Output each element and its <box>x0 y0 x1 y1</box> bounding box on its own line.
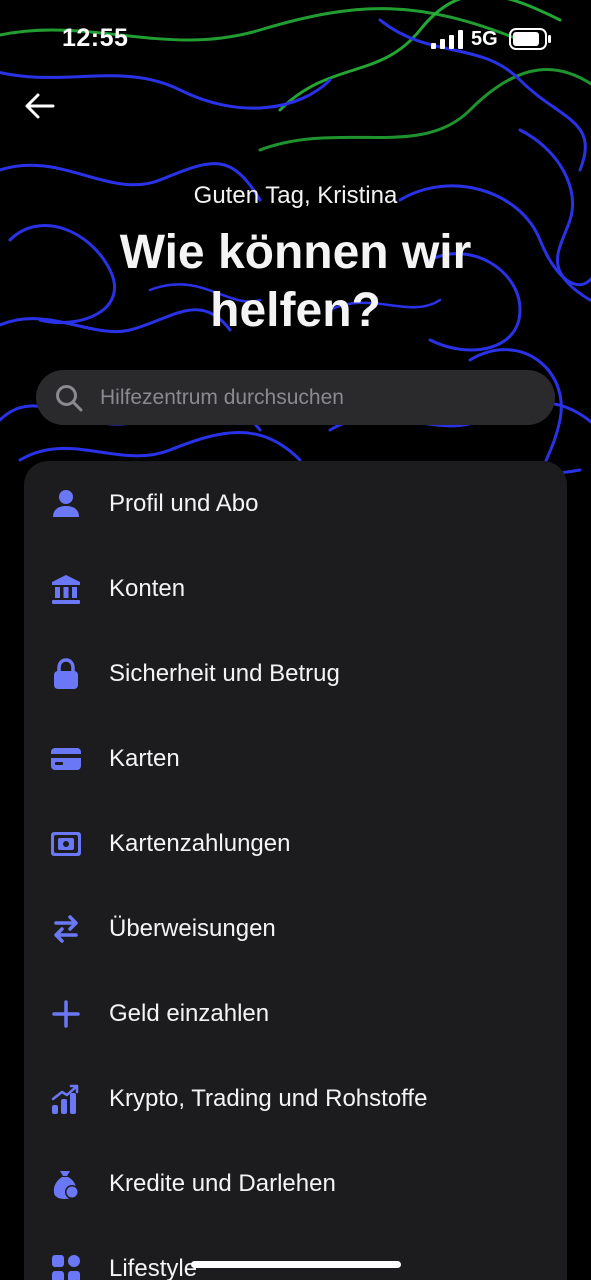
search-icon <box>56 385 83 412</box>
home-indicator[interactable] <box>191 1261 401 1268</box>
menu-item-label: Überweisungen <box>109 915 276 942</box>
menu-item-label: Krypto, Trading und Rohstoffe <box>109 1085 428 1112</box>
help-topics-list: Profil und Abo Konten Sicherheit und Bet… <box>24 461 567 1280</box>
page-title: Wie können wir helfen? <box>119 226 472 337</box>
menu-item-label: Lifestyle <box>109 1255 198 1280</box>
arrow-left-icon <box>25 93 55 119</box>
menu-item-krypto-trading-rohstoffe[interactable]: Krypto, Trading und Rohstoffe <box>24 1056 567 1141</box>
search-input[interactable] <box>100 370 540 425</box>
person-icon <box>53 490 79 517</box>
menu-item-label: Profil und Abo <box>109 490 259 517</box>
hero-section: Guten Tag, Kristina Wie können wir helfe… <box>0 182 591 340</box>
greeting-text: Guten Tag, Kristina <box>193 182 398 209</box>
credit-card-icon <box>51 748 81 770</box>
menu-item-profil-und-abo[interactable]: Profil und Abo <box>24 461 567 546</box>
back-button[interactable] <box>18 84 62 128</box>
signal-icon <box>431 30 463 49</box>
menu-item-label: Karten <box>109 745 180 772</box>
menu-item-label: Sicherheit und Betrug <box>109 660 340 687</box>
menu-item-label: Kartenzahlungen <box>109 830 291 857</box>
menu-item-label: Konten <box>109 575 186 602</box>
trading-chart-icon <box>51 1084 79 1114</box>
menu-item-lifestyle[interactable]: Lifestyle <box>24 1226 567 1280</box>
menu-item-label: Geld einzahlen <box>109 1000 270 1027</box>
lock-icon <box>54 658 78 689</box>
plus-icon <box>52 1000 80 1028</box>
status-bar: 12:55 5G <box>0 0 591 80</box>
grid-icon <box>52 1255 80 1280</box>
menu-item-ueberweisungen[interactable]: Überweisungen <box>24 886 567 971</box>
battery-icon <box>509 28 551 50</box>
menu-item-kartenzahlungen[interactable]: Kartenzahlungen <box>24 801 567 886</box>
menu-item-label: Kredite und Darlehen <box>109 1170 336 1197</box>
transfer-arrows-icon <box>54 915 78 943</box>
status-time: 12:55 <box>62 24 129 52</box>
card-payment-icon <box>51 832 81 856</box>
bank-icon <box>52 575 80 604</box>
money-bag-icon <box>53 1171 79 1199</box>
menu-item-karten[interactable]: Karten <box>24 716 567 801</box>
search-bar[interactable] <box>36 370 555 425</box>
network-label: 5G <box>471 28 498 50</box>
menu-item-konten[interactable]: Konten <box>24 546 567 631</box>
menu-item-geld-einzahlen[interactable]: Geld einzahlen <box>24 971 567 1056</box>
menu-item-kredite-und-darlehen[interactable]: Kredite und Darlehen <box>24 1141 567 1226</box>
menu-item-sicherheit-und-betrug[interactable]: Sicherheit und Betrug <box>24 631 567 716</box>
